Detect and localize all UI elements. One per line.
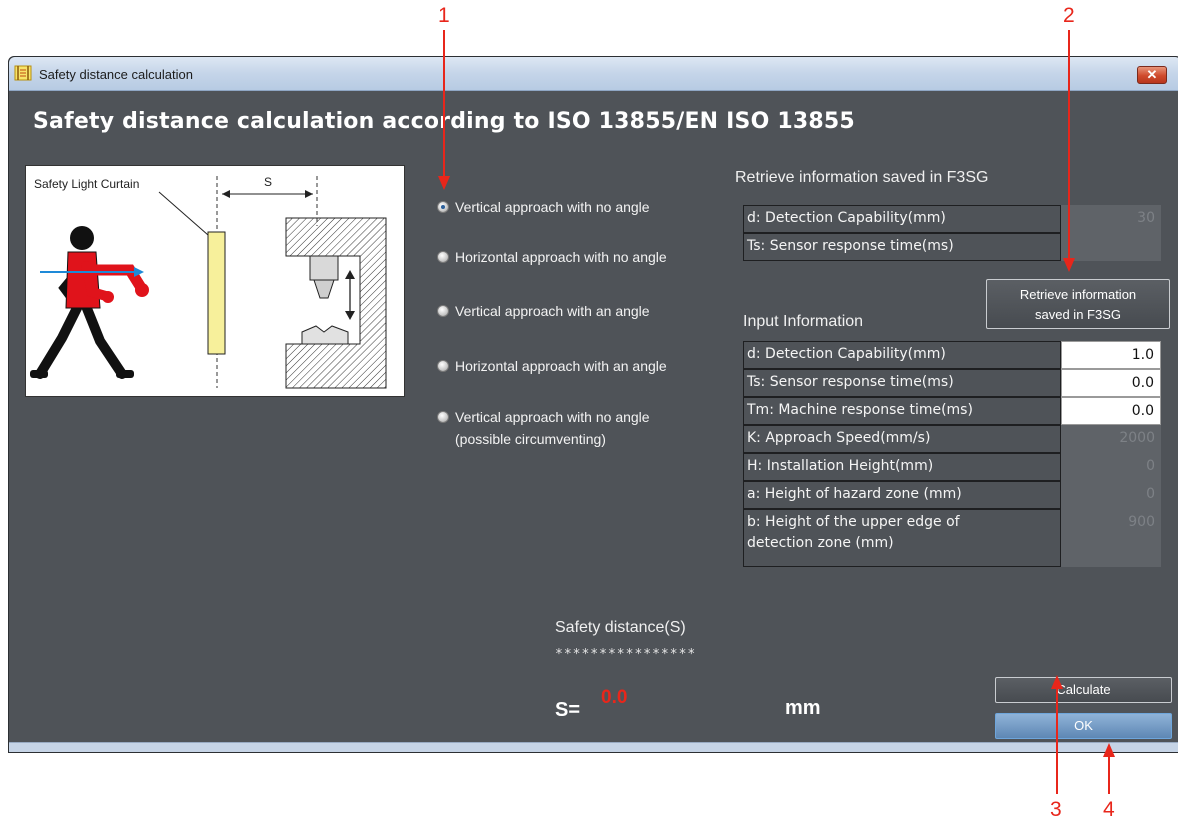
callout-3-arrow bbox=[1051, 675, 1063, 794]
callout-4-arrow bbox=[1103, 743, 1115, 794]
callout-2-arrow bbox=[1063, 30, 1075, 272]
callout-1-arrow bbox=[438, 30, 450, 190]
callout-arrows bbox=[438, 30, 1115, 794]
